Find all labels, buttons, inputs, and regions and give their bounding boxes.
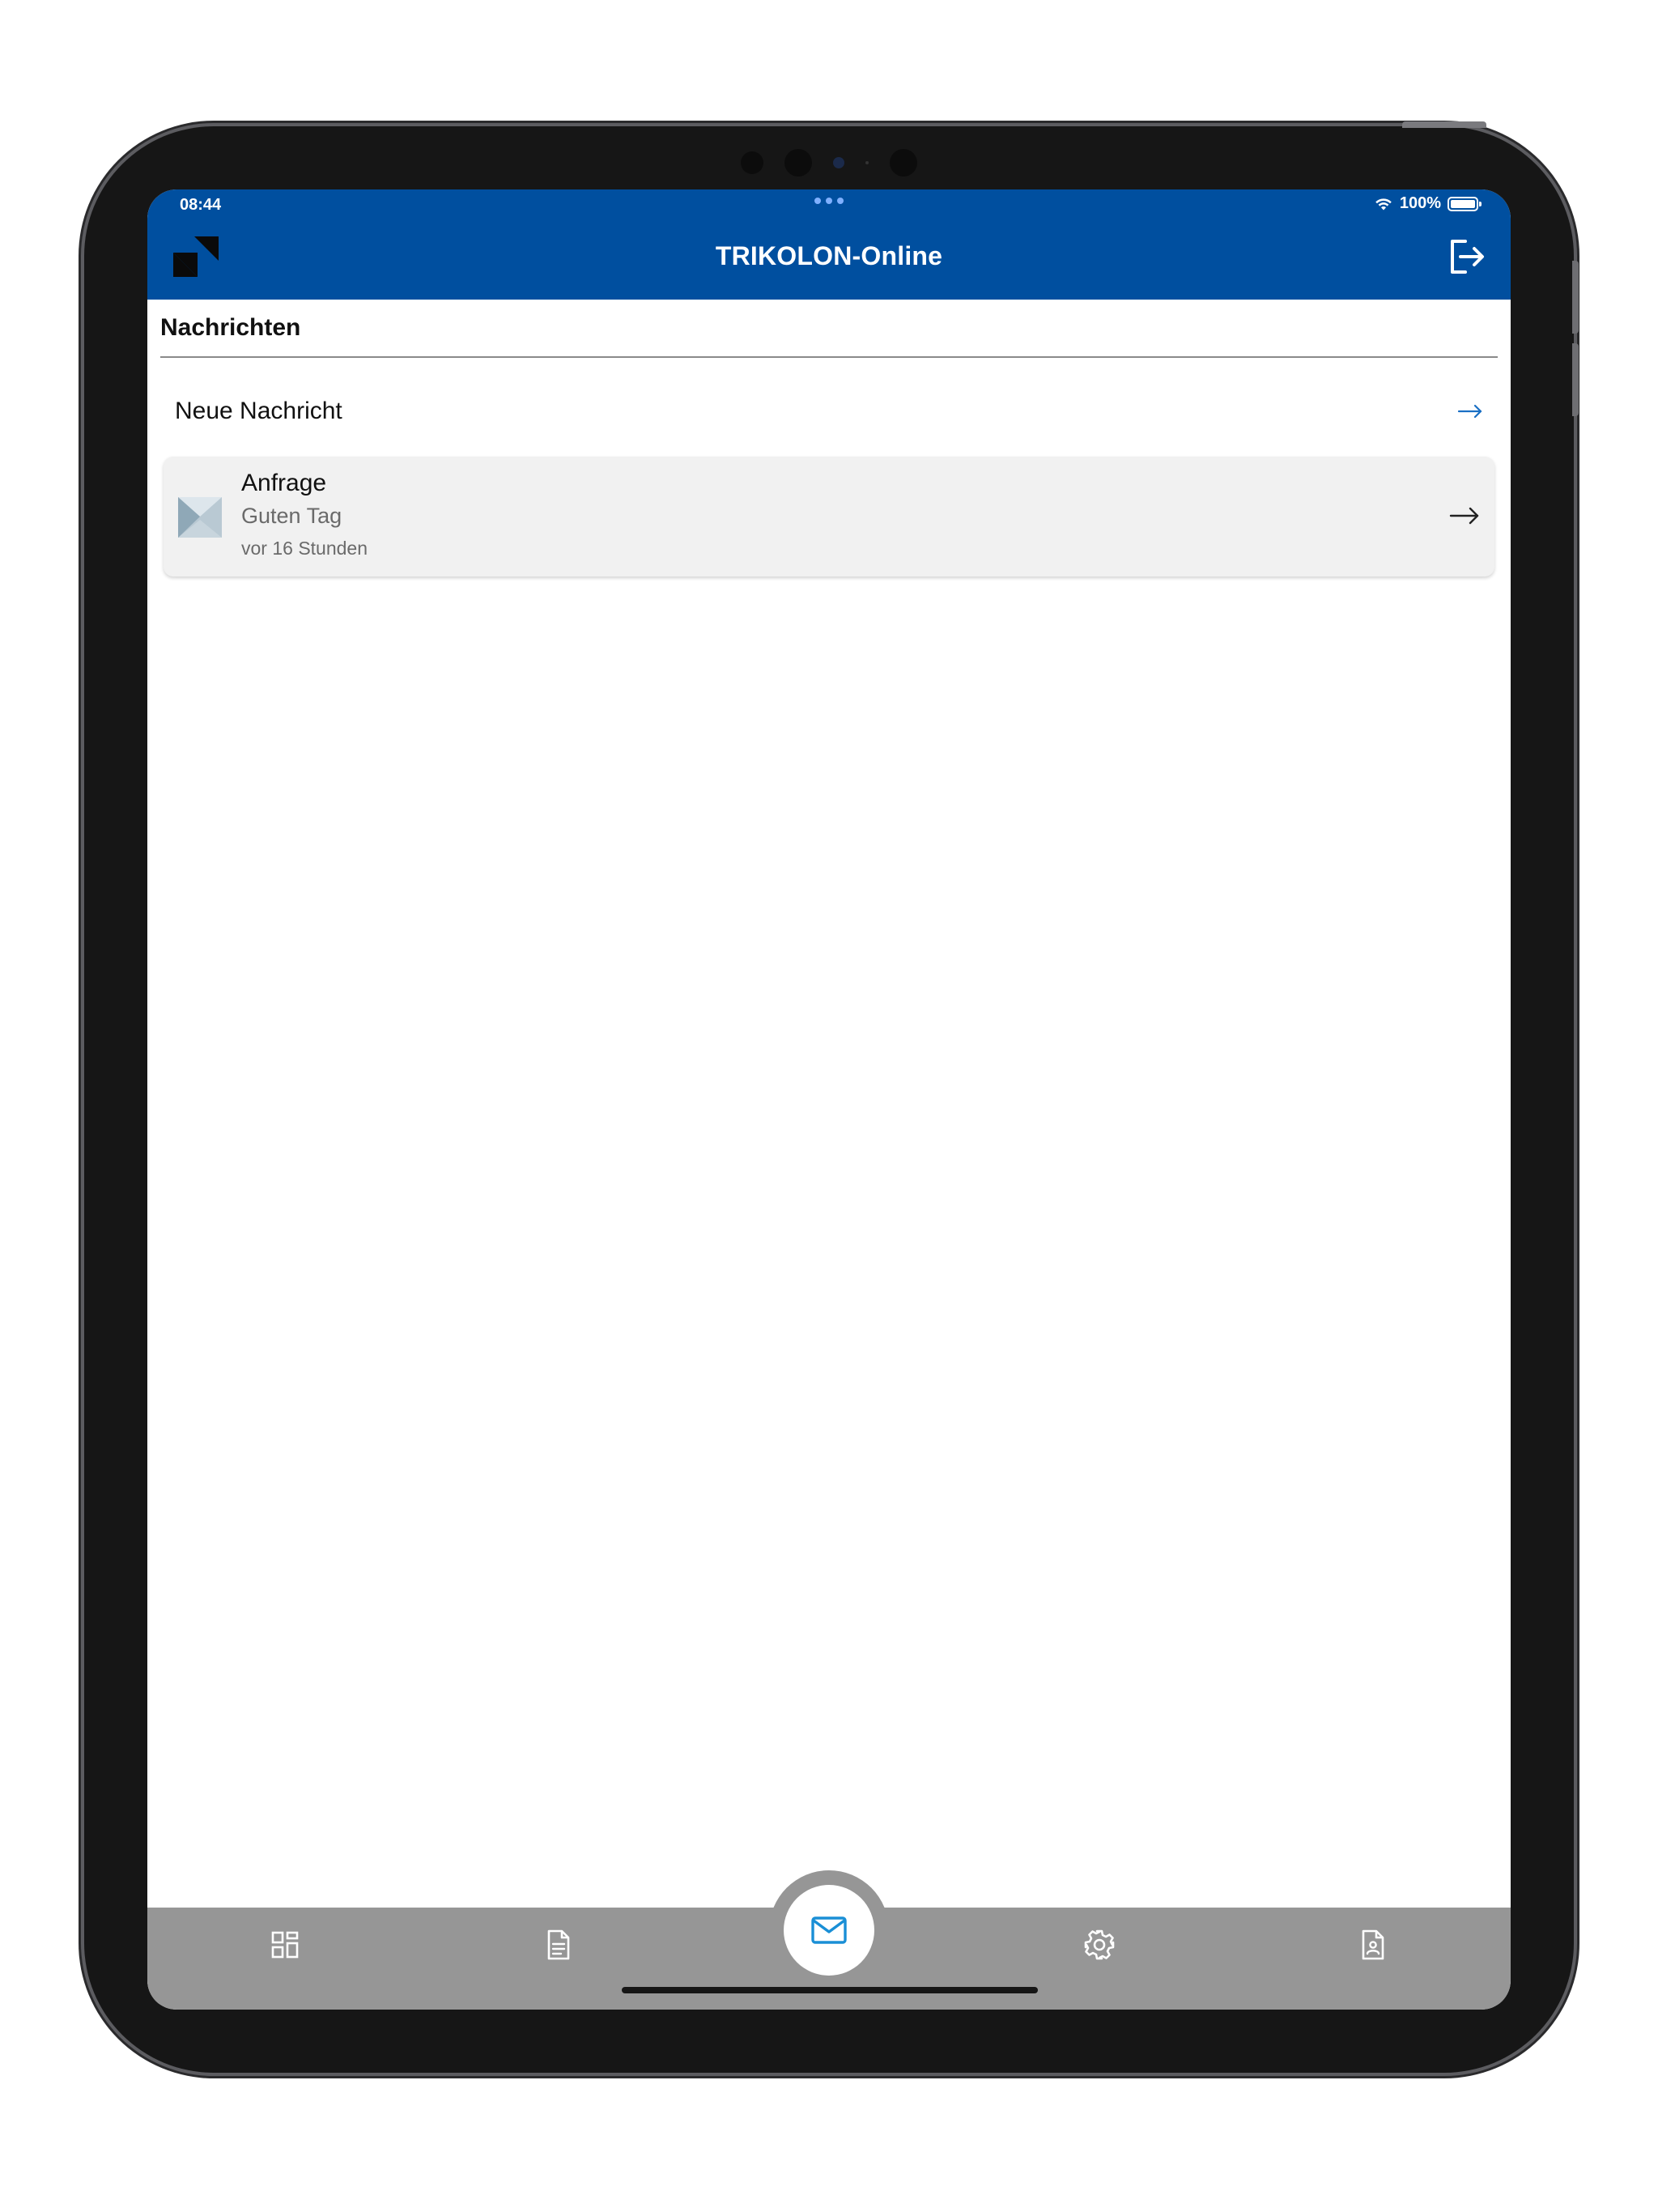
document-icon[interactable] xyxy=(542,1929,575,1961)
logout-icon[interactable] xyxy=(1446,236,1486,277)
message-list-item[interactable]: Anfrage Guten Tag vor 16 Stunden xyxy=(164,457,1494,576)
message-timestamp: vor 16 Stunden xyxy=(241,538,368,559)
volume-up-button xyxy=(1572,261,1579,334)
screen: 08:44 100% TRIKOLON-Online Nachrichten N… xyxy=(147,189,1511,2010)
divider xyxy=(160,356,1498,358)
camera-sensors xyxy=(741,149,917,177)
app-header: 08:44 100% TRIKOLON-Online xyxy=(147,189,1511,300)
battery-percent: 100% xyxy=(1399,194,1441,212)
battery-icon xyxy=(1448,196,1482,211)
gear-icon[interactable] xyxy=(1083,1929,1116,1961)
app-title: TRIKOLON-Online xyxy=(715,241,943,270)
new-message-button[interactable]: Neue Nachricht xyxy=(160,381,1498,442)
mail-icon xyxy=(811,1916,847,1944)
message-preview: Guten Tag xyxy=(241,504,342,528)
trikolon-logo xyxy=(173,236,219,277)
envelope-icon xyxy=(178,497,222,538)
contact-document-icon[interactable] xyxy=(1357,1929,1389,1961)
arrow-right-icon xyxy=(1449,507,1479,525)
page-title: Nachrichten xyxy=(160,314,301,341)
status-indicators: 100% xyxy=(1374,194,1482,213)
top-button xyxy=(1402,121,1486,128)
arrow-right-icon xyxy=(1457,404,1482,419)
dashboard-icon[interactable] xyxy=(269,1929,301,1961)
wifi-icon xyxy=(1375,198,1392,210)
volume-down-button xyxy=(1572,343,1579,416)
new-message-label: Neue Nachricht xyxy=(175,398,342,424)
home-indicator[interactable] xyxy=(622,1987,1038,1993)
status-time: 08:44 xyxy=(180,196,222,214)
tab-messages[interactable] xyxy=(784,1885,874,1976)
multitasking-dots[interactable] xyxy=(814,198,844,204)
message-subject: Anfrage xyxy=(241,470,327,496)
